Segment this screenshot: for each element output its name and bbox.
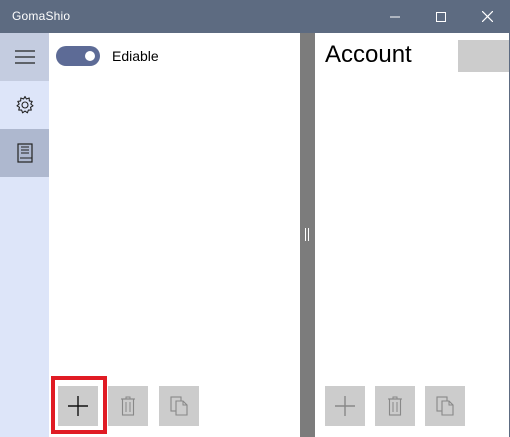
maximize-icon: [436, 11, 446, 22]
copy-icon: [170, 396, 188, 416]
editable-toggle[interactable]: [56, 46, 100, 66]
editable-toggle-label: Ediable: [112, 48, 159, 64]
gear-icon: [15, 95, 34, 114]
delete-button[interactable]: [108, 386, 148, 426]
close-button[interactable]: [464, 0, 510, 33]
pane-splitter[interactable]: [300, 33, 315, 437]
close-icon: [481, 11, 493, 22]
nav-item-accounts[interactable]: [0, 129, 49, 177]
plus-icon: [335, 396, 355, 416]
highlight-box: [51, 376, 107, 434]
copy-button[interactable]: [159, 386, 199, 426]
copy-icon: [436, 396, 454, 416]
account-delete-button[interactable]: [375, 386, 415, 426]
window-title: GomaShio: [12, 9, 71, 23]
toggle-knob: [85, 51, 95, 61]
right-pane: Account: [315, 33, 510, 437]
nav-item-settings[interactable]: [0, 81, 49, 129]
hamburger-menu-icon: [14, 50, 35, 64]
book-icon: [16, 143, 33, 163]
navigation-rail: [0, 33, 49, 437]
account-copy-button[interactable]: [425, 386, 465, 426]
trash-icon: [388, 396, 402, 416]
account-add-button[interactable]: [325, 386, 365, 426]
account-action-button[interactable]: [458, 40, 510, 72]
title-bar[interactable]: GomaShio: [0, 0, 510, 33]
hamburger-menu-button[interactable]: [0, 33, 49, 81]
splitter-grip-icon[interactable]: [305, 228, 309, 241]
minimize-button[interactable]: [372, 0, 418, 33]
minimize-icon: [390, 16, 400, 17]
maximize-button[interactable]: [418, 0, 464, 33]
trash-icon: [121, 396, 135, 416]
page-title: Account: [325, 41, 412, 68]
